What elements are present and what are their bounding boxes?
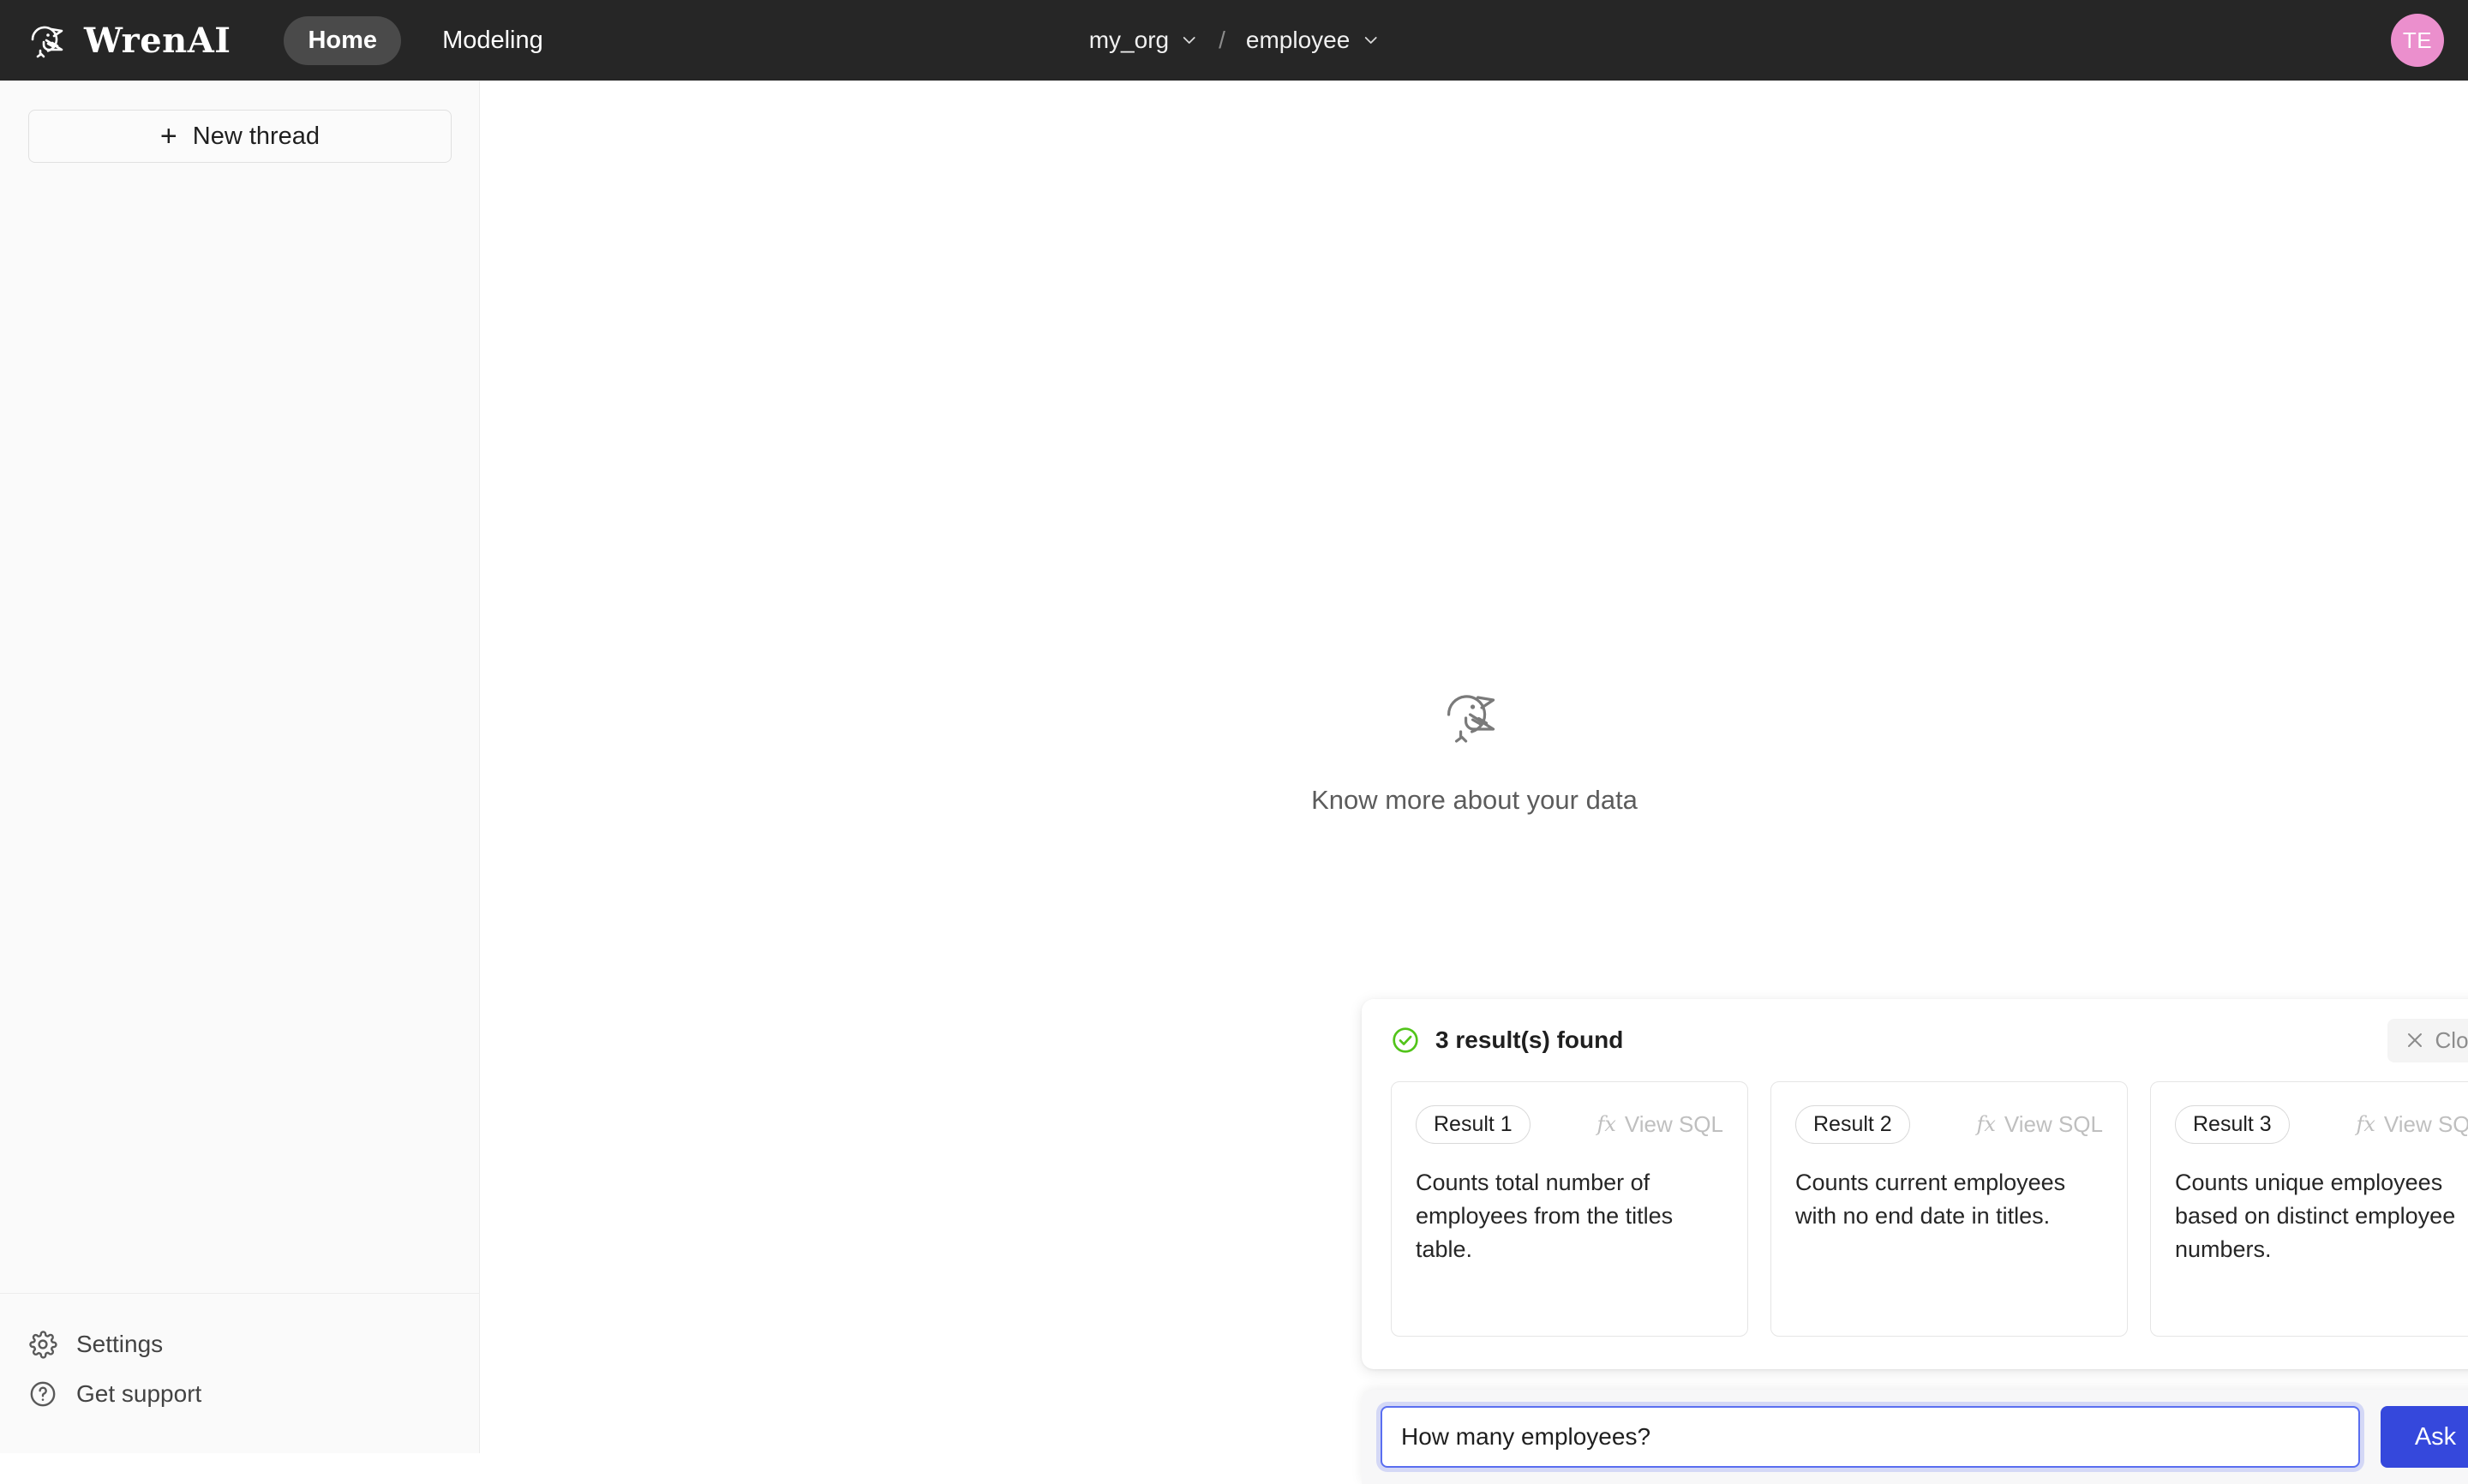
result-card-header: Result 1 fx View SQL	[1416, 1104, 1723, 1144]
chevron-down-icon	[1181, 32, 1198, 49]
sidebar-footer: Settings Get support	[0, 1293, 479, 1453]
breadcrumb-org-selector[interactable]: my_org	[1084, 23, 1203, 57]
view-sql-label: View SQL	[1624, 1110, 1723, 1137]
result-card-header: Result 3 fx View SQL	[2175, 1104, 2468, 1144]
close-results-label: Close	[2435, 1026, 2468, 1053]
chevron-down-icon	[1362, 32, 1379, 49]
function-fx-icon: fx	[1976, 1112, 1996, 1136]
new-thread-label: New thread	[192, 122, 320, 150]
view-sql-button[interactable]: fx View SQL	[2356, 1111, 2468, 1138]
check-circle-icon	[1391, 1026, 1420, 1055]
result-card[interactable]: Result 2 fx View SQL Counts current empl…	[1770, 1081, 2128, 1337]
sidebar-item-settings[interactable]: Settings	[0, 1319, 479, 1369]
plus-icon: +	[159, 120, 177, 153]
breadcrumb-org-label: my_org	[1088, 27, 1170, 53]
results-panel-header: 3 result(s) found Close	[1362, 999, 2468, 1081]
ask-button[interactable]: Ask	[2381, 1406, 2468, 1468]
prompt-bar: Ask	[1362, 1390, 2468, 1484]
result-description: Counts current employees with no end dat…	[1795, 1170, 2066, 1230]
wren-bird-logo-icon	[26, 17, 72, 63]
function-fx-icon: fx	[1596, 1112, 1616, 1136]
result-description: Counts total number of employees from th…	[1416, 1170, 1674, 1263]
close-results-button[interactable]: Close	[2387, 1018, 2468, 1062]
ask-input[interactable]	[1381, 1406, 2360, 1468]
result-card[interactable]: Result 1 fx View SQL Counts total number…	[1391, 1081, 1748, 1337]
main-content: Know more about your data 3 result(s) fo…	[481, 81, 2468, 1484]
function-fx-icon: fx	[2356, 1112, 2375, 1136]
brand-name: WrenAI	[84, 20, 231, 61]
view-sql-label: View SQL	[2004, 1110, 2103, 1137]
brand[interactable]: WrenAI	[26, 17, 231, 63]
sidebar-item-get-support[interactable]: Get support	[0, 1369, 479, 1419]
result-description: Counts unique employees based on distinc…	[2175, 1170, 2456, 1263]
sidebar-item-get-support-label: Get support	[76, 1380, 202, 1407]
gear-icon	[28, 1330, 57, 1359]
view-sql-button[interactable]: fx View SQL	[1976, 1111, 2103, 1138]
sidebar: + New thread Settings Get support	[0, 81, 480, 1453]
result-badge: Result 3	[2175, 1104, 2290, 1144]
result-card[interactable]: Result 3 fx View SQL Counts unique emplo…	[2150, 1081, 2468, 1337]
breadcrumb: my_org / employee	[1084, 23, 1385, 57]
sidebar-item-settings-label: Settings	[76, 1331, 164, 1357]
question-circle-icon	[28, 1379, 57, 1409]
breadcrumb-separator: /	[1219, 27, 1225, 53]
nav-item-modeling[interactable]: Modeling	[418, 16, 567, 65]
main-nav: Home Modeling	[284, 15, 567, 65]
breadcrumb-dataset-selector[interactable]: employee	[1241, 23, 1384, 57]
view-sql-button[interactable]: fx View SQL	[1596, 1111, 1723, 1138]
empty-state-hero: Know more about your data	[1311, 680, 1638, 816]
wren-bird-outline-icon	[1439, 680, 1511, 752]
hero-tagline: Know more about your data	[1311, 785, 1638, 815]
view-sql-label: View SQL	[2383, 1110, 2468, 1137]
avatar[interactable]: TE	[2391, 14, 2444, 67]
results-count-label: 3 result(s) found	[1435, 1026, 1624, 1053]
breadcrumb-dataset-label: employee	[1245, 27, 1351, 53]
new-thread-button[interactable]: + New thread	[28, 110, 452, 163]
result-card-header: Result 2 fx View SQL	[1795, 1104, 2103, 1144]
result-badge: Result 2	[1795, 1104, 1910, 1144]
result-badge: Result 1	[1416, 1104, 1531, 1144]
results-card-list: Result 1 fx View SQL Counts total number…	[1391, 1081, 2468, 1337]
nav-item-home[interactable]: Home	[284, 15, 402, 65]
top-navigation-bar: WrenAI Home Modeling my_org / employee T…	[0, 0, 2468, 81]
results-panel: 3 result(s) found Close Result 1 fx View…	[1362, 999, 2468, 1369]
close-x-icon	[2405, 1030, 2425, 1050]
